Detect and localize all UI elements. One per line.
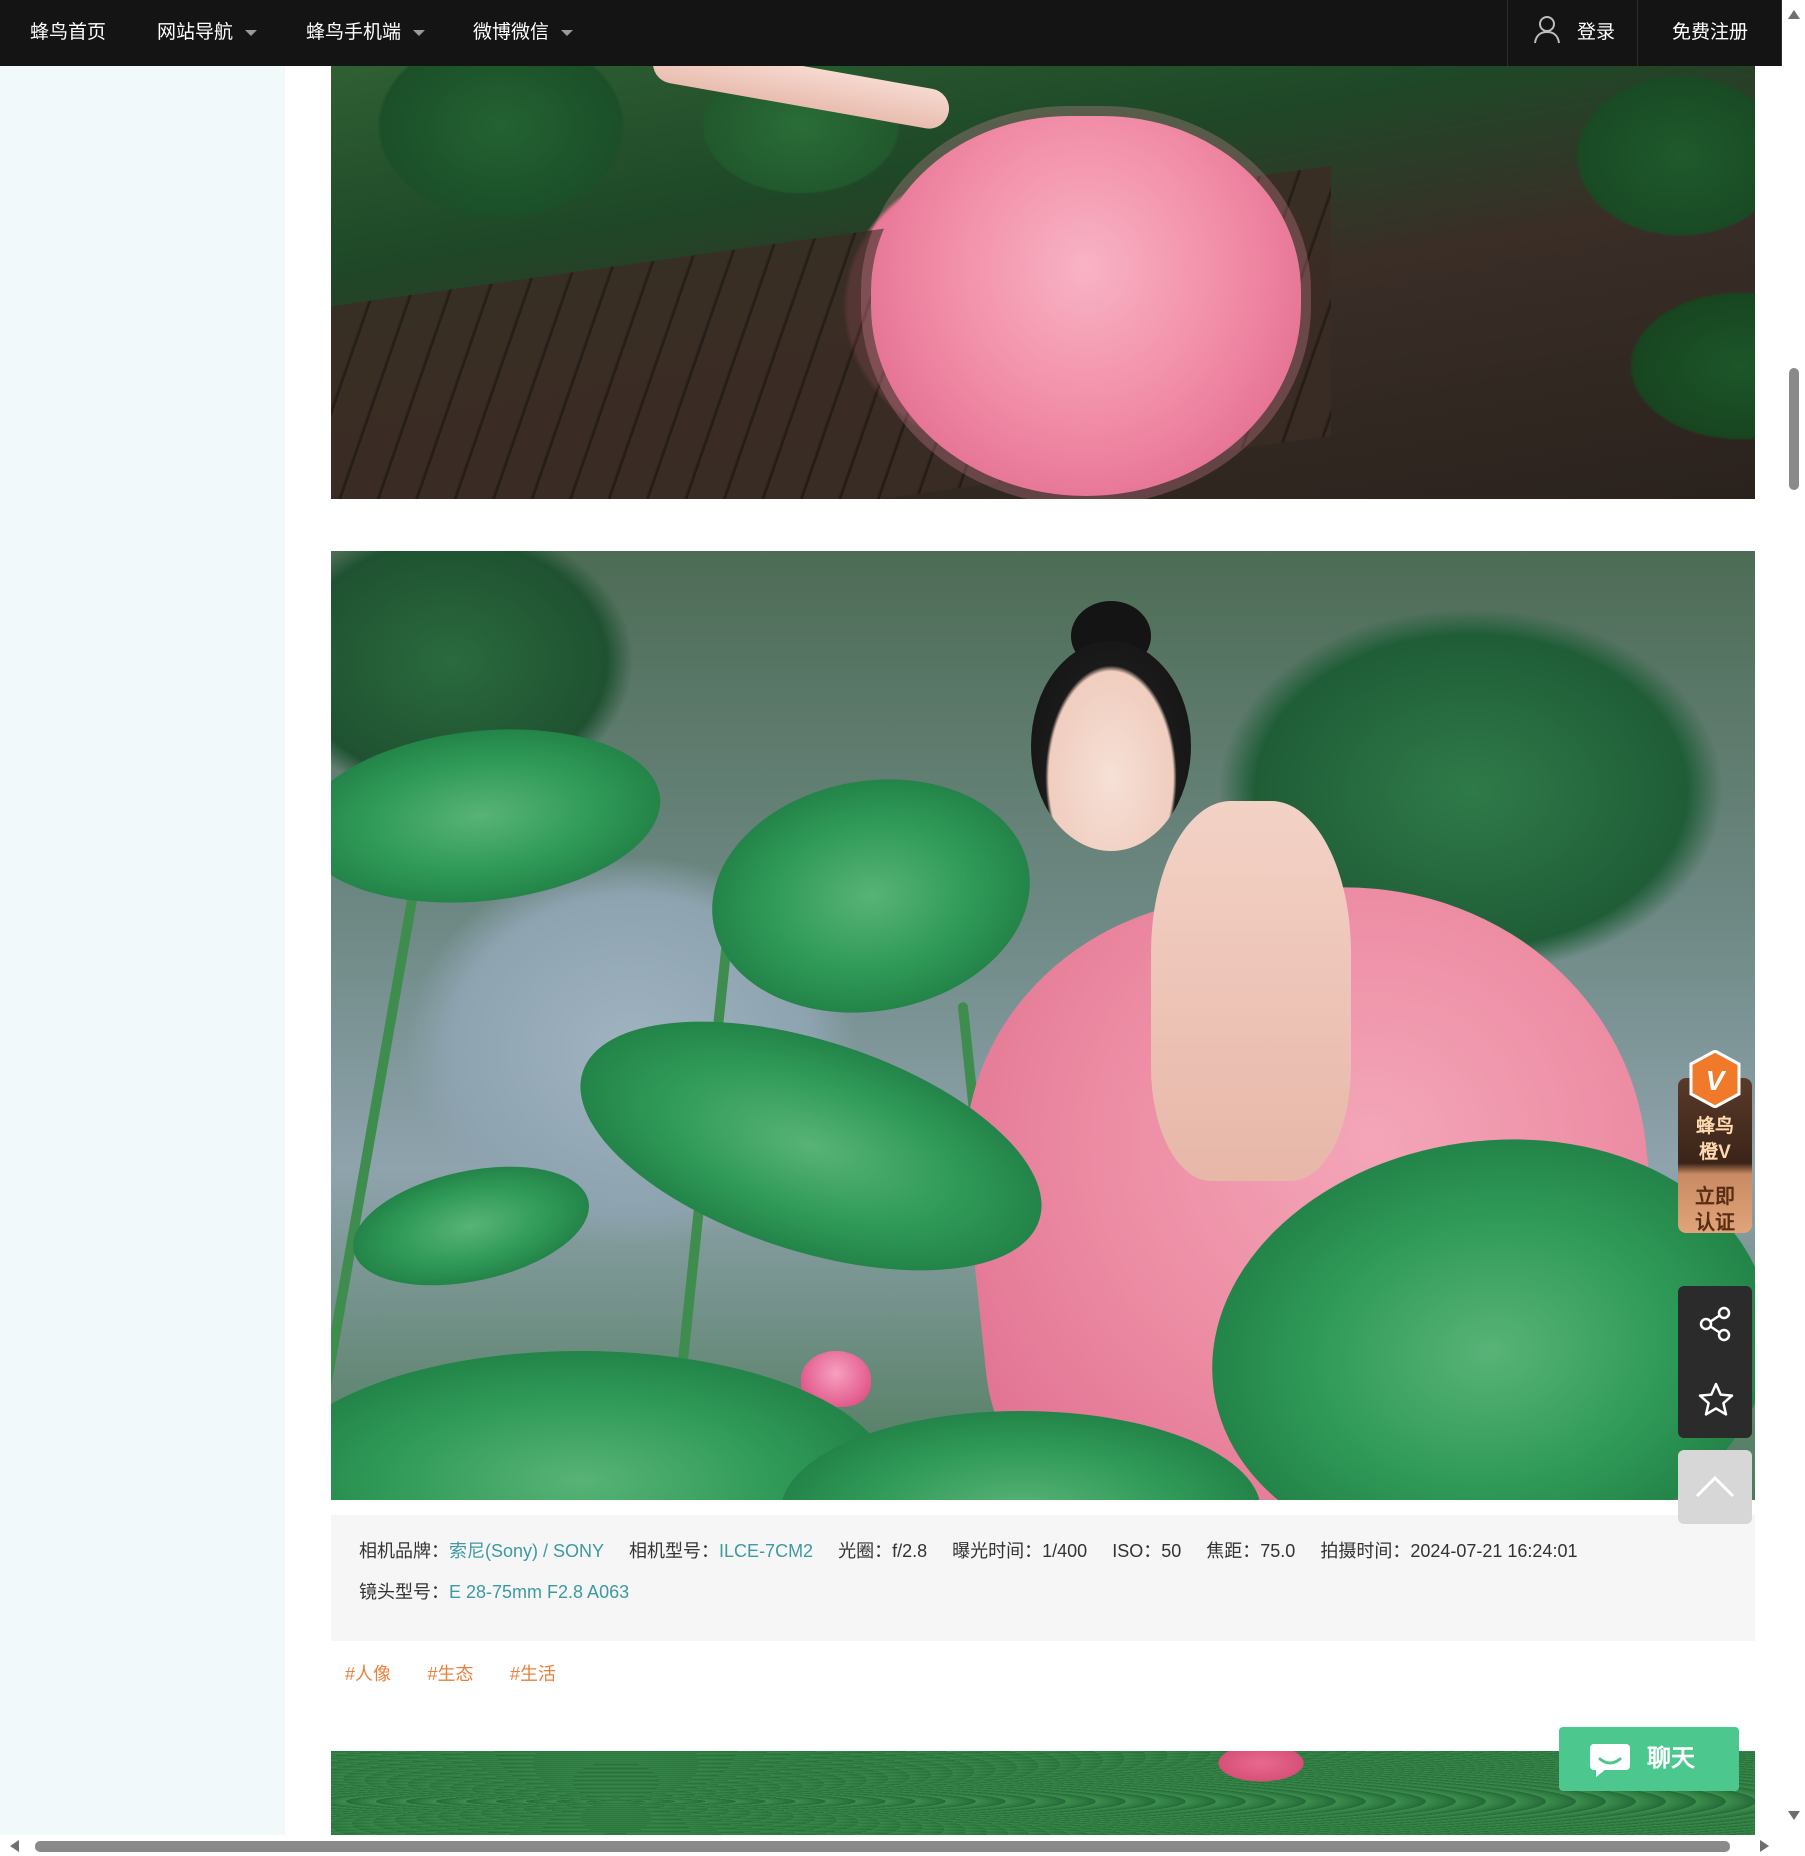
nav-home-label: 蜂鸟首页 [30,22,107,43]
star-icon [1698,1382,1734,1416]
left-sidebar [0,66,285,1835]
user-icon [1534,16,1560,44]
lotus-stem [331,894,418,1428]
tag-life[interactable]: #生活 [510,1660,556,1686]
tag-ecology[interactable]: #生态 [427,1660,473,1686]
exif-exposure-label: 曝光时间： [952,1541,1043,1561]
scroll-up-arrow-icon[interactable] [1788,10,1800,19]
vip-title: 蜂鸟 橙V [1678,1114,1752,1166]
model-body [1151,801,1351,1181]
vip-title-line1: 蜂鸟 [1695,1116,1734,1137]
exif-model-label: 相机型号： [629,1541,720,1561]
exif-info-panel: 相机品牌：索尼(Sony) / SONY 相机型号：ILCE-7CM2 光圈：f… [331,1515,1755,1641]
lotus-leaf [342,1147,600,1305]
chat-button[interactable]: 聊天 [1559,1727,1739,1791]
exif-iso-label: ISO： [1112,1541,1162,1561]
nav-weibo-wechat-menu[interactable]: 微博微信 [473,0,574,66]
lotus-leaf [693,754,1049,1038]
exif-aperture-label: 光圈： [838,1541,893,1561]
vertical-scroll-thumb[interactable] [1789,368,1799,490]
tag-portrait[interactable]: #人像 [345,1660,391,1686]
exif-focal-value: 75.0 [1260,1541,1296,1561]
exif-row-lens: 镜头型号：E 28-75mm F2.8 A063 [359,1572,1727,1613]
vip-cta-line1: 立即 [1695,1186,1735,1208]
share-button[interactable] [1678,1286,1752,1362]
favorite-button[interactable] [1678,1362,1752,1438]
scrollbar-corner [1782,1835,1805,1856]
horizontal-scrollbar[interactable] [0,1835,1782,1856]
scroll-left-arrow-icon[interactable] [10,1840,19,1852]
exif-time-value: 2024-07-21 16:24:01 [1410,1541,1578,1561]
exif-exposure-value: 1/400 [1042,1541,1088,1561]
vip-cta-line2: 认证 [1695,1212,1735,1234]
top-navigation-bar: 蜂鸟首页 网站导航 蜂鸟手机端 微博微信 登录 免费注册 [0,0,1782,66]
exif-aperture-value: f/2.8 [892,1541,928,1561]
photo-lotus-pond[interactable] [331,1751,1755,1835]
orange-v-badge-icon: V [1689,1050,1741,1108]
exif-row-camera: 相机品牌：索尼(Sony) / SONY 相机型号：ILCE-7CM2 光圈：f… [359,1531,1727,1572]
vertical-scrollbar[interactable] [1782,0,1805,1835]
orange-v-certification-button[interactable]: V 蜂鸟 橙V 立即 认证 [1678,1050,1752,1255]
back-to-top-button[interactable] [1678,1450,1752,1524]
lotus-leaf [331,712,669,920]
register-button[interactable]: 免费注册 [1639,0,1782,66]
chat-bubble-icon [1590,1744,1630,1777]
nav-site-navigation-menu[interactable]: 网站导航 [157,0,258,66]
exif-iso-value: 50 [1161,1541,1182,1561]
nav-site-navigation-label: 网站导航 [157,22,234,43]
scroll-right-arrow-icon[interactable] [1760,1840,1769,1852]
exif-model-link[interactable]: ILCE-7CM2 [719,1541,813,1561]
photo-lotus-girl-kneeling[interactable] [331,551,1755,1500]
nav-mobile-menu[interactable]: 蜂鸟手机端 [306,0,426,66]
login-label: 登录 [1577,22,1616,43]
chevron-down-icon [413,29,426,36]
pink-dress [871,116,1301,496]
chevron-down-icon [561,29,574,36]
nav-weibo-wechat-label: 微博微信 [473,22,550,43]
horizontal-scroll-thumb[interactable] [35,1841,1730,1852]
tag-list: #人像 #生态 #生活 [345,1660,588,1692]
nav-mobile-label: 蜂鸟手机端 [306,22,402,43]
chat-label: 聊天 [1647,1745,1695,1772]
nav-home-link[interactable]: 蜂鸟首页 [30,0,106,66]
exif-focal-label: 焦距： [1206,1541,1261,1561]
login-button[interactable]: 登录 [1507,0,1638,66]
register-label: 免费注册 [1671,22,1748,43]
vip-cta: 立即 认证 [1678,1184,1752,1236]
share-icon [1699,1306,1731,1342]
exif-time-label: 拍摄时间： [1320,1541,1411,1561]
photo-lotus-girl-seated[interactable] [331,66,1755,499]
exif-lens-label: 镜头型号： [359,1582,449,1602]
exif-lens-link[interactable]: E 28-75mm F2.8 A063 [449,1582,629,1602]
exif-brand-link[interactable]: 索尼(Sony) / SONY [449,1541,604,1561]
chevron-up-icon [1695,1475,1735,1498]
scroll-down-arrow-icon[interactable] [1788,1811,1800,1820]
vip-title-line2: 橙V [1699,1142,1731,1163]
vip-badge-letter: V [1706,1065,1727,1096]
exif-brand-label: 相机品牌： [359,1541,449,1561]
chevron-down-icon [245,29,258,36]
model-arm [649,66,953,132]
model-head [1031,641,1191,851]
